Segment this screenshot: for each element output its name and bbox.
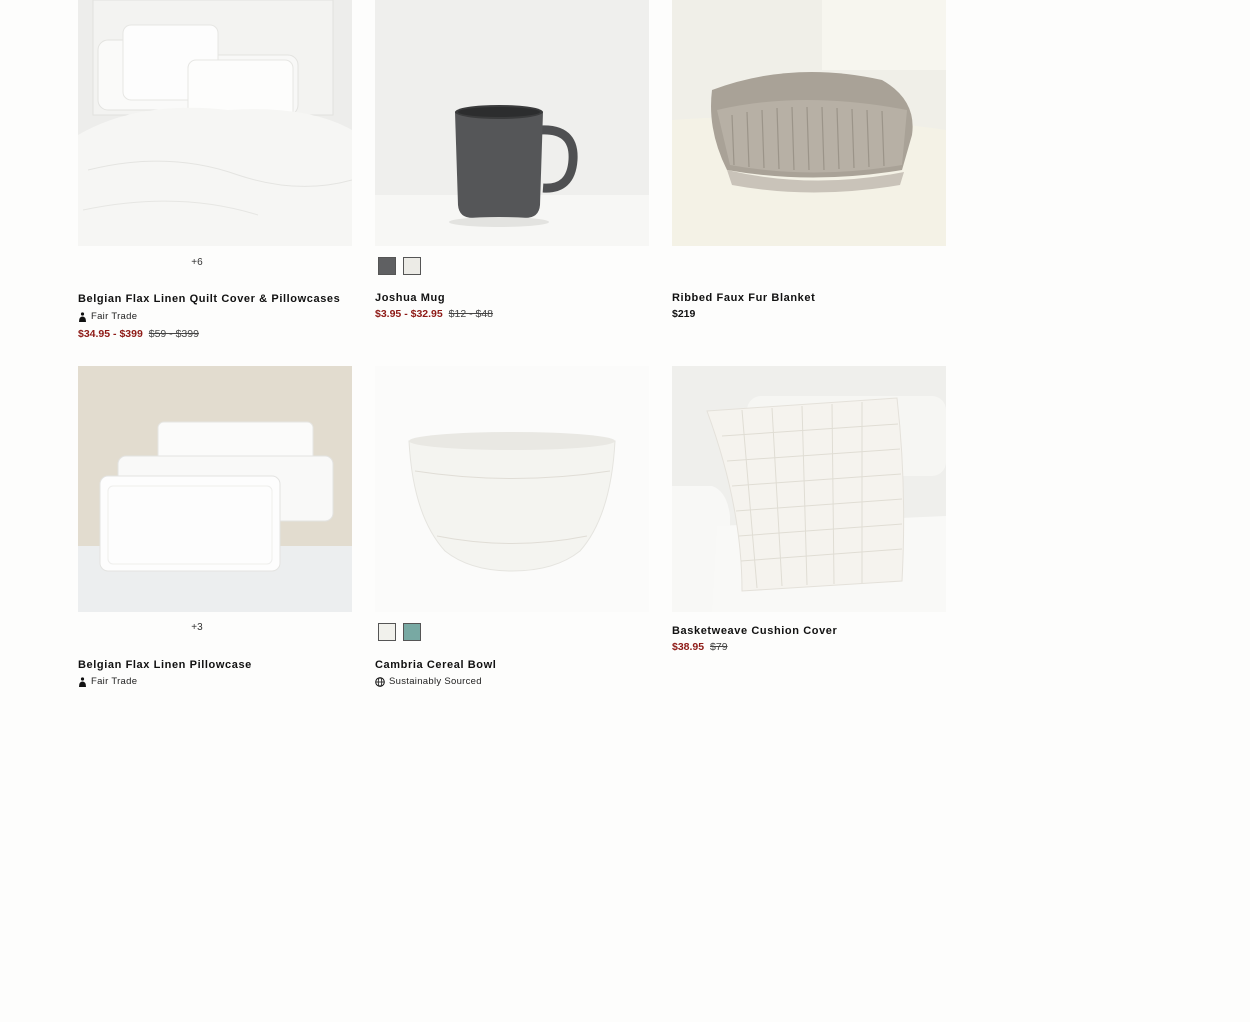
color-swatch[interactable] [378, 257, 396, 275]
product-card[interactable]: Ribbed Faux Fur Blanket $219 [672, 0, 946, 366]
original-price: $12 - $48 [448, 308, 494, 320]
product-card[interactable]: +3 Belgian Flax Linen Pillowcase Fair Tr… [78, 366, 352, 706]
product-image[interactable] [672, 366, 946, 612]
badge-label: Fair Trade [91, 676, 138, 687]
sale-price: $38.95 [672, 641, 705, 653]
color-swatch[interactable] [378, 623, 396, 641]
product-name[interactable]: Joshua Mug [375, 292, 445, 304]
fair-trade-icon [78, 676, 87, 687]
product-badge: Sustainably Sourced [375, 676, 482, 687]
product-badge: Fair Trade [78, 676, 137, 687]
color-swatches [375, 246, 649, 286]
product-image[interactable] [375, 0, 649, 246]
color-swatch[interactable] [403, 257, 421, 275]
product-image[interactable] [78, 366, 352, 612]
product-grid: +6 Belgian Flax Linen Quilt Cover & Pill… [78, 0, 946, 706]
product-price: $38.95 $79 [672, 641, 728, 653]
product-price: $34.95 - $399 $59 - $399 [78, 328, 199, 340]
product-card[interactable]: Cambria Cereal Bowl Sustainably Sourced [375, 366, 649, 706]
original-price: $59 - $399 [148, 328, 199, 340]
product-name[interactable]: Belgian Flax Linen Quilt Cover & Pillowc… [78, 293, 340, 305]
product-card[interactable]: +6 Belgian Flax Linen Quilt Cover & Pill… [78, 0, 352, 366]
product-image[interactable] [672, 0, 946, 246]
product-price: $3.95 - $32.95 $12 - $48 [375, 308, 493, 320]
product-name[interactable]: Belgian Flax Linen Pillowcase [78, 659, 252, 671]
product-price: $219 [672, 308, 695, 320]
product-badge: Fair Trade [78, 311, 137, 322]
sale-price: $34.95 - $399 [78, 328, 143, 340]
product-name[interactable]: Ribbed Faux Fur Blanket [672, 292, 815, 304]
regular-price: $219 [672, 308, 696, 320]
product-image[interactable] [78, 0, 352, 246]
color-swatch[interactable] [403, 623, 421, 641]
product-name[interactable]: Cambria Cereal Bowl [375, 659, 496, 671]
product-card[interactable]: Basketweave Cushion Cover $38.95 $79 [672, 366, 946, 706]
fair-trade-icon [78, 311, 87, 322]
color-swatches [375, 612, 649, 652]
sale-price: $3.95 - $32.95 [375, 308, 443, 320]
product-name[interactable]: Basketweave Cushion Cover [672, 625, 837, 637]
more-colors-count[interactable]: +3 [60, 622, 334, 633]
badge-label: Sustainably Sourced [389, 676, 482, 687]
more-colors-count[interactable]: +6 [60, 257, 334, 268]
globe-icon [375, 676, 385, 687]
badge-label: Fair Trade [91, 311, 138, 322]
product-card[interactable]: Joshua Mug $3.95 - $32.95 $12 - $48 [375, 0, 649, 366]
original-price: $79 [710, 641, 728, 653]
product-image[interactable] [375, 366, 649, 612]
